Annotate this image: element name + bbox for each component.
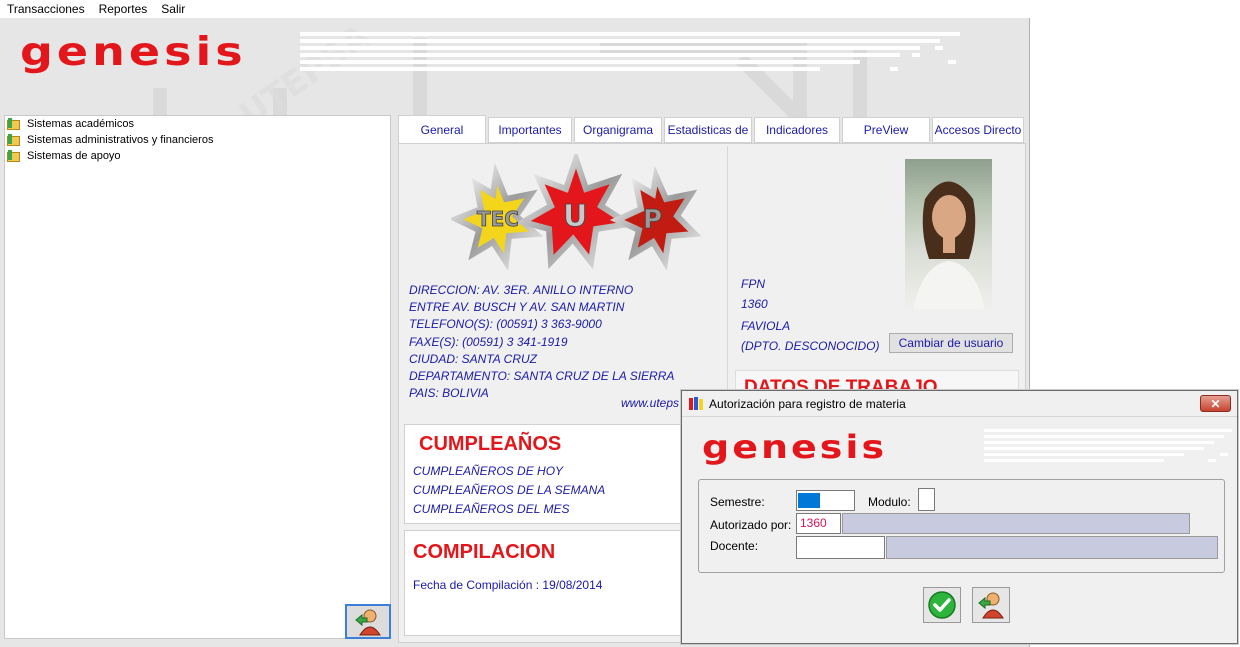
address-line: DIRECCION: AV. 3ER. ANILLO INTERNO xyxy=(409,283,634,297)
user-switch-button[interactable] xyxy=(345,604,391,639)
address-line: CIUDAD: SANTA CRUZ xyxy=(409,351,538,366)
dialog-title: Autorización para registro de materia xyxy=(709,396,906,411)
docente-label: Docente: xyxy=(710,539,759,553)
semestre-field[interactable] xyxy=(796,490,855,511)
tab-general[interactable]: General xyxy=(398,115,486,143)
close-button[interactable]: ✕ xyxy=(1200,395,1231,412)
tree-item-administrativos[interactable]: Sistemas administrativos y financieros xyxy=(5,132,390,148)
systems-tree: Sistemas académicos Sistemas administrat… xyxy=(4,115,391,639)
tab-estadisticas[interactable]: Estadisticas de xyxy=(664,117,752,143)
change-user-button[interactable]: Cambiar de usuario xyxy=(889,333,1013,353)
star-label-u: U xyxy=(563,199,587,234)
address-line: ENTRE AV. BUSCH Y AV. SAN MARTIN xyxy=(409,300,625,315)
genesis-logo: genesis xyxy=(20,28,247,75)
user-department: (DPTO. DESCONOCIDO) xyxy=(741,339,880,353)
dialog-user-button[interactable] xyxy=(972,587,1010,623)
portrait-image xyxy=(913,181,985,309)
modulo-label: Modulo: xyxy=(868,495,911,509)
user-icon xyxy=(978,592,1004,619)
tree-item-label: Sistemas administrativos y financieros xyxy=(27,134,214,146)
menu-salir[interactable]: Salir xyxy=(154,0,192,18)
docente-name-field xyxy=(886,536,1218,559)
user-name: FAVIOLA xyxy=(741,319,791,333)
modulo-field[interactable] xyxy=(918,488,935,511)
website-link[interactable]: www.uteps xyxy=(621,396,679,410)
semestre-label: Semestre: xyxy=(710,495,765,509)
dialog-genesis-logo: genesis xyxy=(702,428,888,466)
logo-stripes xyxy=(300,32,960,71)
address-block: DIRECCION: AV. 3ER. ANILLO INTERNO ENTRE… xyxy=(409,282,729,402)
star-label-tec: TEC xyxy=(477,207,519,231)
app-icon xyxy=(688,396,704,412)
address-line: FAXE(S): (00591) 3 341-1919 xyxy=(409,334,568,349)
tree-item-apoyo[interactable]: Sistemas de apoyo xyxy=(5,148,390,164)
autorizado-value: 1360 xyxy=(800,516,827,530)
close-icon: ✕ xyxy=(1210,396,1221,411)
tecup-logo: TEC U P xyxy=(451,154,701,271)
folder-icon xyxy=(7,118,21,130)
tab-organigrama[interactable]: Organigrama xyxy=(574,117,662,143)
user-id: 1360 xyxy=(741,297,768,311)
menu-reportes[interactable]: Reportes xyxy=(92,0,155,18)
check-icon xyxy=(928,591,956,619)
tab-preview[interactable]: PreView xyxy=(842,117,930,143)
folder-icon xyxy=(7,134,21,146)
tab-indicadores[interactable]: Indicadores xyxy=(754,117,840,143)
tab-bar: General Importantes Organigrama Estadist… xyxy=(398,115,1026,143)
address-line: DEPARTAMENTO: SANTA CRUZ DE LA SIERRA xyxy=(409,369,675,384)
tab-importantes[interactable]: Importantes xyxy=(488,117,572,143)
dialog-titlebar[interactable]: Autorización para registro de materia ✕ xyxy=(682,391,1237,417)
user-photo xyxy=(905,159,992,309)
accept-button[interactable] xyxy=(923,587,961,623)
autorizado-label: Autorizado por: xyxy=(710,518,792,532)
menu-bar: Transacciones Reportes Salir xyxy=(0,0,1240,18)
user-info: FPN 1360 FAVIOLA (DPTO. DESCONOCIDO) xyxy=(741,274,879,356)
star-label-p: P xyxy=(643,205,662,235)
tab-accesos-directo[interactable]: Accesos Directo xyxy=(932,117,1024,143)
tree-item-label: Sistemas académicos xyxy=(27,118,134,130)
address-line: TELEFONO(S): (00591) 3 363-9000 xyxy=(409,317,602,332)
authorization-dialog: Autorización para registro de materia ✕ … xyxy=(681,390,1238,644)
autorizado-name-field xyxy=(842,513,1190,534)
menu-transacciones[interactable]: Transacciones xyxy=(0,0,92,18)
user-icon xyxy=(355,609,381,635)
divider xyxy=(727,146,728,416)
autorizado-code-field[interactable]: 1360 xyxy=(796,513,841,534)
dialog-logo-stripes xyxy=(984,429,1232,462)
user-code: FPN xyxy=(741,277,765,291)
authorization-form: Semestre: Modulo: Autorizado por: 1360 D… xyxy=(698,479,1225,573)
tree-item-academicos[interactable]: Sistemas académicos xyxy=(5,116,390,132)
folder-icon xyxy=(7,150,21,162)
text-selection xyxy=(798,493,820,508)
docente-code-field[interactable] xyxy=(796,536,885,559)
tree-item-label: Sistemas de apoyo xyxy=(27,150,121,162)
